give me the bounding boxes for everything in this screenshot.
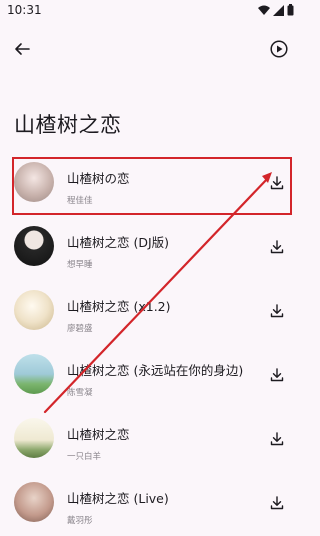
artist-avatar [14,354,54,394]
signal-icon [273,4,284,16]
battery-icon [287,4,294,16]
download-button[interactable] [266,492,288,514]
song-artist: 想早睡 [67,260,93,270]
song-row[interactable]: 山楂树之恋 (Live) 戴羽彤 [0,472,300,536]
download-button[interactable] [266,300,288,322]
highlight-box [12,157,292,215]
song-artist: 陈雪凝 [67,388,93,398]
song-title: 山楂树之恋 [67,427,130,442]
app-bar [0,30,300,70]
song-row[interactable]: 山楂树之恋 (永远站在你的身边) 陈雪凝 [0,344,300,408]
download-button[interactable] [266,428,288,450]
song-title: 山楂树之恋 (Live) [67,491,169,506]
song-row[interactable]: 山楂树之恋 (DJ版) 想早睡 [0,216,300,280]
download-icon [270,496,284,510]
song-title: 山楂树之恋 (x1.2) [67,299,171,314]
download-icon [270,368,284,382]
download-icon [270,240,284,254]
wifi-icon [258,5,270,15]
download-icon [270,304,284,318]
song-artist: 一只白羊 [67,452,102,462]
song-title: 山楂树之恋 (永远站在你的身边) [67,363,244,378]
back-button[interactable] [9,36,35,62]
download-icon [270,432,284,446]
arrow-left-icon [15,43,30,55]
artist-avatar [14,226,54,266]
artist-avatar [14,482,54,522]
song-row[interactable]: 山楂树之恋 一只白羊 [0,408,300,472]
play-all-button[interactable] [266,36,292,62]
page-title: 山楂树之恋 [14,113,122,137]
download-button[interactable] [266,364,288,386]
song-artist: 戴羽彤 [67,516,93,526]
song-artist: 廖碧盛 [67,324,93,334]
status-bar: 10:31 [0,0,300,22]
status-icons [258,4,294,16]
status-time: 10:31 [7,3,42,17]
artist-avatar [14,418,54,458]
song-title: 山楂树之恋 (DJ版) [67,235,170,250]
artist-avatar [14,290,54,330]
download-button[interactable] [266,236,288,258]
play-circle-icon [270,40,288,58]
song-row[interactable]: 山楂树之恋 (x1.2) 廖碧盛 [0,280,300,344]
